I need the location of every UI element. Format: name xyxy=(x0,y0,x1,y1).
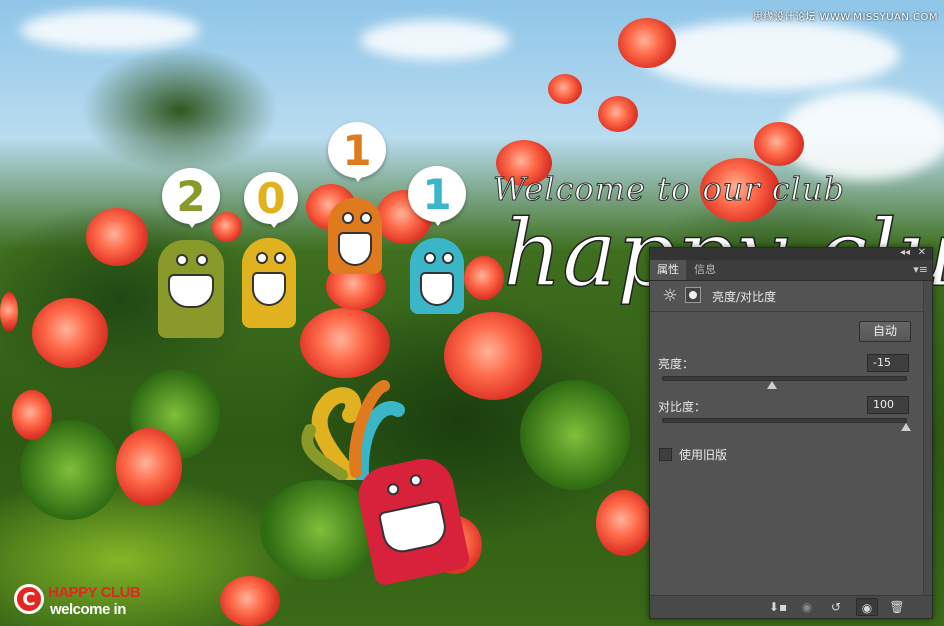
red-monster xyxy=(352,453,472,587)
rose xyxy=(548,74,582,104)
monster-eye xyxy=(274,252,286,264)
brightness-contrast-icon[interactable]: ☼ xyxy=(660,286,680,306)
digit-bubble: 1 xyxy=(328,122,386,182)
reset-icon[interactable]: ↺ xyxy=(825,598,847,616)
delete-trash-icon[interactable]: 🗑 xyxy=(886,598,908,616)
rose xyxy=(116,428,182,506)
digit-label: 1 xyxy=(342,125,372,175)
legacy-label: 使用旧版 xyxy=(679,448,728,462)
digit-bubble: 1 xyxy=(408,166,466,226)
tab-info[interactable]: 信息 xyxy=(687,260,723,280)
club-logo-icon: C xyxy=(14,584,44,614)
visibility-eye-icon[interactable]: ◉ xyxy=(856,598,878,616)
cloud xyxy=(780,90,944,180)
digit-bubble: 0 xyxy=(244,172,298,228)
logo-subtitle: welcome in xyxy=(50,601,126,618)
clip-to-layer-icon[interactable]: ⬇▪ xyxy=(767,598,789,616)
monster-mouth xyxy=(420,272,454,306)
panel-scrollbar[interactable] xyxy=(923,281,932,596)
cloud xyxy=(20,10,200,50)
panel-menu-icon[interactable]: ▾≡ xyxy=(913,263,928,276)
tab-properties[interactable]: 属性 xyxy=(650,260,686,280)
monster-eye xyxy=(342,212,354,224)
brightness-value-field[interactable]: -15 xyxy=(867,354,909,372)
monster-mouth xyxy=(252,272,286,306)
logo-title: HAPPY CLUB xyxy=(48,584,141,601)
panel-tabs: 属性 信息 ▾≡ xyxy=(650,260,932,281)
adjustment-header: ☼ 亮度/对比度 xyxy=(650,281,932,312)
blue-monster xyxy=(410,238,464,314)
orange-monster xyxy=(328,198,382,274)
digit-bubble: 2 xyxy=(162,168,220,228)
monster-eye xyxy=(360,212,372,224)
monster-eye xyxy=(424,252,436,264)
adjustment-title: 亮度/对比度 xyxy=(712,290,777,304)
monster-mouth xyxy=(377,499,450,556)
yellow-monster xyxy=(242,238,296,328)
rose xyxy=(212,212,242,242)
panel-titlebar[interactable]: ◂◂ ✕ xyxy=(650,247,932,260)
brightness-slider-thumb[interactable] xyxy=(767,381,778,389)
watermark: 思缘设计论坛 WWW.MISSYUAN.COM xyxy=(752,12,938,23)
rose xyxy=(300,308,390,378)
monster-eye xyxy=(256,252,268,264)
rose xyxy=(464,256,504,300)
brightness-slider[interactable] xyxy=(662,376,907,389)
monster-eye xyxy=(176,254,188,266)
contrast-slider[interactable] xyxy=(662,418,911,431)
rose xyxy=(220,576,280,626)
contrast-label: 对比度： xyxy=(658,400,707,414)
digit-label: 0 xyxy=(256,173,286,223)
properties-panel: ◂◂ ✕ 属性 信息 ▾≡ ☼ 亮度/对比度 自动 亮度： -15 对比度： 1… xyxy=(649,247,933,619)
rose xyxy=(86,208,148,266)
rose xyxy=(444,312,542,400)
monster-mouth xyxy=(168,274,214,308)
foliage xyxy=(520,380,630,490)
green-monster xyxy=(158,240,224,338)
contrast-value-field[interactable]: 100 xyxy=(867,396,909,414)
brightness-label: 亮度： xyxy=(658,357,695,371)
layer-mask-icon[interactable] xyxy=(685,287,701,303)
rose xyxy=(596,490,652,556)
digit-label: 2 xyxy=(176,171,206,221)
view-previous-icon[interactable]: ◉ xyxy=(796,598,818,616)
rose xyxy=(0,292,18,332)
monster-eye xyxy=(408,473,423,488)
rose xyxy=(754,122,804,166)
cloud xyxy=(360,20,510,60)
contrast-slider-thumb[interactable] xyxy=(901,423,911,431)
legacy-checkbox[interactable] xyxy=(659,448,672,461)
rose xyxy=(598,96,638,132)
monster-eye xyxy=(196,254,208,266)
monster-mouth xyxy=(338,232,372,266)
rose xyxy=(618,18,676,68)
panel-bottom-bar: ⬇▪ ◉ ↺ ◉ 🗑 xyxy=(650,595,932,618)
collapse-icon[interactable]: ◂◂ xyxy=(900,247,910,258)
monster-eye xyxy=(442,252,454,264)
monster-eye xyxy=(386,482,401,497)
rose xyxy=(12,390,52,440)
rose xyxy=(32,298,108,368)
cloud xyxy=(640,20,900,90)
digit-label: 1 xyxy=(422,169,452,219)
close-icon[interactable]: ✕ xyxy=(918,247,926,258)
auto-button[interactable]: 自动 xyxy=(859,321,911,342)
